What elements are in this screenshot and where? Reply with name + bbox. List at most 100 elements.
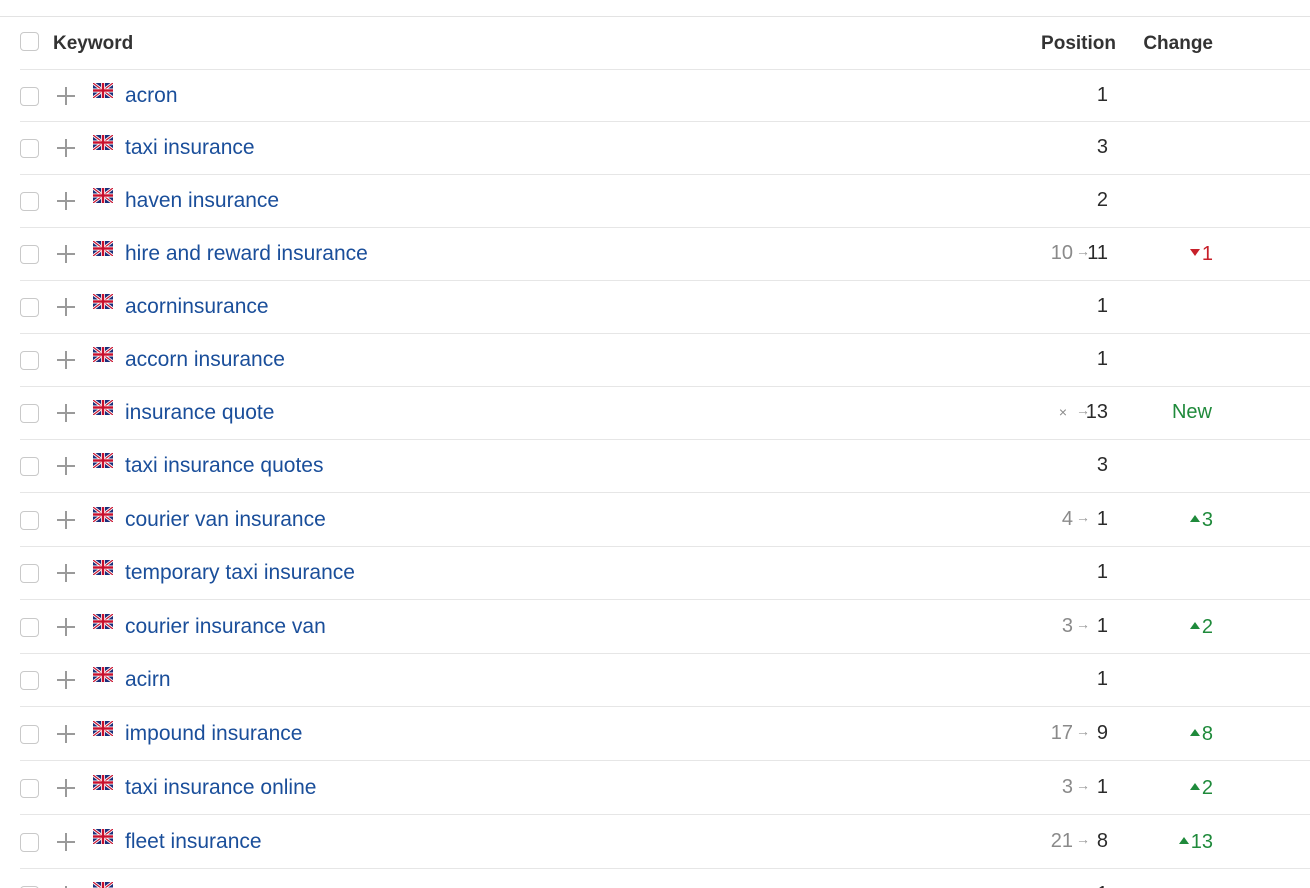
change-value: 1 xyxy=(1201,243,1213,265)
uk-flag-icon xyxy=(92,292,114,311)
triangle-up-icon xyxy=(1189,514,1200,522)
add-keyword-icon[interactable] xyxy=(57,724,75,743)
uk-flag-icon xyxy=(92,558,114,577)
table-row: haven insurance 2 xyxy=(20,175,1310,228)
uk-flag-icon xyxy=(92,451,114,470)
current-position: 1 xyxy=(1096,348,1108,370)
arrow-right-icon: → xyxy=(1076,722,1090,739)
add-keyword-icon[interactable] xyxy=(57,510,75,529)
add-keyword-icon[interactable] xyxy=(57,192,75,210)
table-row: courier van insurance 4 → 1 3 xyxy=(20,493,1310,547)
row-checkbox[interactable] xyxy=(20,510,39,530)
uk-flag-icon xyxy=(92,719,114,737)
previous-position: × xyxy=(1058,404,1067,420)
triangle-up-icon xyxy=(1189,728,1200,736)
row-checkbox[interactable] xyxy=(20,564,39,583)
previous-position: 3 xyxy=(1061,614,1073,637)
add-keyword-icon[interactable] xyxy=(57,778,75,797)
position-change: 13 xyxy=(1178,831,1213,854)
add-keyword-icon[interactable] xyxy=(57,671,75,689)
table-row: temporary taxi insurance 1 xyxy=(20,547,1310,600)
row-checkbox[interactable] xyxy=(20,192,39,211)
previous-position: 17 xyxy=(1050,721,1073,744)
uk-flag-icon xyxy=(92,133,114,152)
add-keyword-icon[interactable] xyxy=(57,245,75,263)
arrow-right-icon: → xyxy=(1076,776,1090,793)
keyword-link[interactable]: courier van insurance xyxy=(125,508,326,532)
previous-position: 4 xyxy=(1061,507,1073,530)
table-row: acron 1 xyxy=(20,70,1310,122)
change-value: 3 xyxy=(1201,508,1213,531)
keyword-link[interactable]: fleet insurance xyxy=(125,830,262,854)
add-keyword-icon[interactable] xyxy=(57,298,75,316)
current-position: 8 xyxy=(1096,829,1108,852)
change-column-header[interactable]: Change xyxy=(1143,33,1213,55)
row-checkbox[interactable] xyxy=(20,617,39,637)
add-keyword-icon[interactable] xyxy=(57,457,75,475)
current-position: 1 xyxy=(1097,883,1108,888)
uk-flag-icon xyxy=(92,239,114,258)
triangle-up-icon xyxy=(1178,836,1189,844)
keyword-column-header[interactable]: Keyword xyxy=(53,33,133,55)
row-checkbox[interactable] xyxy=(20,351,39,370)
row-checkbox[interactable] xyxy=(20,671,39,690)
keyword-link[interactable]: courier insurance van xyxy=(125,615,326,639)
keyword-link[interactable]: acorm xyxy=(125,883,183,888)
row-checkbox[interactable] xyxy=(20,86,39,106)
keyword-link[interactable]: taxi insurance quotes xyxy=(125,454,323,478)
position-change: 3 xyxy=(1189,508,1213,532)
position-column-header[interactable]: Position xyxy=(1041,33,1116,55)
table-header: Keyword Position Change xyxy=(20,17,1310,70)
add-keyword-icon[interactable] xyxy=(57,617,75,636)
keyword-link[interactable]: haven insurance xyxy=(125,189,279,213)
current-position: 3 xyxy=(1096,454,1108,476)
row-checkbox[interactable] xyxy=(20,404,39,423)
select-all-checkbox[interactable] xyxy=(20,32,39,51)
add-keyword-icon[interactable] xyxy=(57,832,75,851)
row-checkbox[interactable] xyxy=(20,778,39,798)
add-keyword-icon[interactable] xyxy=(57,351,75,369)
row-checkbox[interactable] xyxy=(20,245,39,264)
keyword-link[interactable]: impound insurance xyxy=(125,722,302,746)
table-row: insurance quote × → 13 New xyxy=(20,387,1310,440)
previous-position: 10 xyxy=(1050,242,1073,264)
keyword-link[interactable]: hire and reward insurance xyxy=(125,242,368,266)
add-keyword-icon[interactable] xyxy=(57,139,75,157)
add-keyword-icon[interactable] xyxy=(57,404,75,422)
triangle-down-icon xyxy=(1189,249,1200,257)
keyword-link[interactable]: acirn xyxy=(125,668,171,692)
add-keyword-icon[interactable] xyxy=(57,86,75,105)
keyword-link[interactable]: temporary taxi insurance xyxy=(125,561,355,585)
keyword-link[interactable]: accorn insurance xyxy=(125,348,285,372)
current-position: 1 xyxy=(1096,83,1108,106)
arrow-right-icon: → xyxy=(1076,508,1090,525)
current-position: 1 xyxy=(1096,775,1108,798)
previous-position: 21 xyxy=(1050,829,1073,852)
row-checkbox[interactable] xyxy=(20,457,39,476)
table-row: courier insurance van 3 → 1 2 xyxy=(20,600,1310,654)
previous-position: 3 xyxy=(1061,775,1073,798)
keyword-link[interactable]: taxi insurance xyxy=(125,136,255,160)
uk-flag-icon xyxy=(92,773,114,791)
uk-flag-icon xyxy=(92,665,114,684)
current-position: 11 xyxy=(1087,242,1108,264)
triangle-up-icon xyxy=(1189,621,1200,629)
keyword-link[interactable]: insurance quote xyxy=(125,401,274,425)
row-checkbox[interactable] xyxy=(20,724,39,744)
keyword-link[interactable]: acron xyxy=(125,84,178,108)
add-keyword-icon[interactable] xyxy=(57,564,75,582)
uk-flag-icon xyxy=(92,398,114,417)
keyword-link[interactable]: acorninsurance xyxy=(125,295,269,319)
row-checkbox[interactable] xyxy=(20,832,39,852)
current-position: 1 xyxy=(1096,668,1108,690)
change-value: New xyxy=(1171,401,1212,423)
row-checkbox[interactable] xyxy=(20,298,39,317)
table-row: acorm 1 xyxy=(20,869,1310,888)
keyword-link[interactable]: taxi insurance online xyxy=(125,776,316,800)
current-position: 1 xyxy=(1096,614,1108,637)
table-row: taxi insurance quotes 3 xyxy=(20,440,1310,493)
row-checkbox[interactable] xyxy=(20,139,39,158)
keyword-rankings-page: Keyword Position Change acron 1 taxi insur… xyxy=(0,0,1310,888)
uk-flag-icon xyxy=(92,505,114,523)
change-value: 8 xyxy=(1201,722,1213,745)
